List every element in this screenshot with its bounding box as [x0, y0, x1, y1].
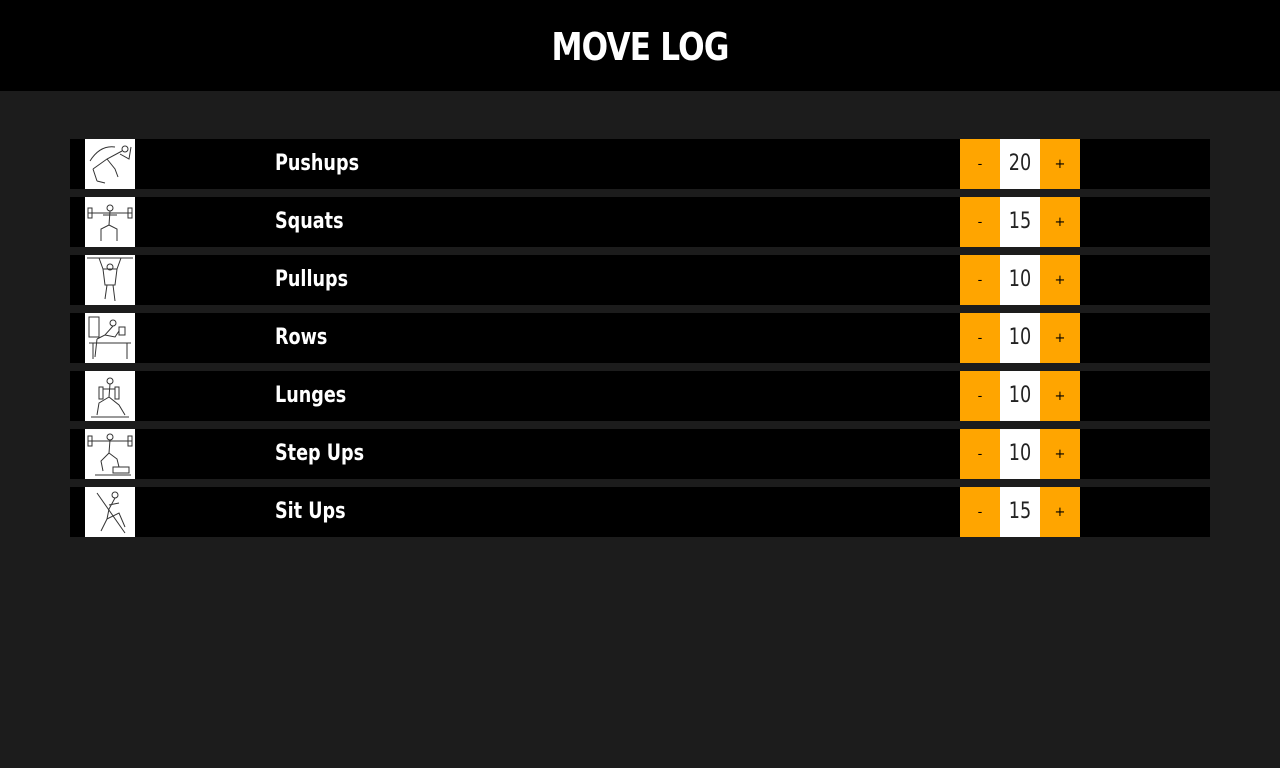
- exercise-name: Squats: [275, 209, 344, 234]
- lunges-icon: [85, 371, 135, 421]
- exercise-row-step-ups: Step Ups - 10 +: [70, 429, 1210, 479]
- increment-button[interactable]: +: [1040, 429, 1080, 479]
- exercise-row-pullups: Pullups - 10 +: [70, 255, 1210, 305]
- exercise-name: Rows: [275, 325, 328, 350]
- reps-stepper: - 15 +: [960, 487, 1080, 537]
- increment-button[interactable]: +: [1040, 313, 1080, 363]
- decrement-button[interactable]: -: [960, 487, 1000, 537]
- increment-button[interactable]: +: [1040, 139, 1080, 189]
- exercise-row-sit-ups: Sit Ups - 15 +: [70, 487, 1210, 537]
- reps-stepper: - 10 +: [960, 255, 1080, 305]
- increment-button[interactable]: +: [1040, 371, 1080, 421]
- reps-stepper: - 15 +: [960, 197, 1080, 247]
- reps-count: 10: [1000, 371, 1040, 421]
- exercise-name: Pushups: [275, 151, 360, 176]
- reps-count-value: 15: [1008, 209, 1032, 234]
- reps-count-value: 15: [1008, 499, 1032, 524]
- reps-count: 10: [1000, 313, 1040, 363]
- reps-count: 15: [1000, 197, 1040, 247]
- step-ups-icon: [85, 429, 135, 479]
- reps-count: 10: [1000, 255, 1040, 305]
- reps-count: 15: [1000, 487, 1040, 537]
- decrement-button[interactable]: -: [960, 429, 1000, 479]
- reps-count: 20: [1000, 139, 1040, 189]
- exercise-row-pushups: Pushups - 20 +: [70, 139, 1210, 189]
- increment-button[interactable]: +: [1040, 487, 1080, 537]
- exercise-row-lunges: Lunges - 10 +: [70, 371, 1210, 421]
- exercise-row-squats: Squats - 15 +: [70, 197, 1210, 247]
- reps-stepper: - 20 +: [960, 139, 1080, 189]
- page-title: MOVE LOG: [551, 24, 729, 69]
- reps-count-value: 10: [1008, 383, 1032, 408]
- sit-ups-icon: [85, 487, 135, 537]
- decrement-button[interactable]: -: [960, 313, 1000, 363]
- decrement-button[interactable]: -: [960, 139, 1000, 189]
- reps-count-value: 10: [1008, 267, 1032, 292]
- decrement-button[interactable]: -: [960, 197, 1000, 247]
- exercise-name: Sit Ups: [275, 499, 346, 524]
- app-header: MOVE LOG: [0, 0, 1280, 91]
- exercise-row-rows: Rows - 10 +: [70, 313, 1210, 363]
- exercise-list: Pushups - 20 + Squats - 15 + Pullups - 1…: [70, 139, 1210, 545]
- exercise-name: Lunges: [275, 383, 347, 408]
- reps-stepper: - 10 +: [960, 313, 1080, 363]
- squats-icon: [85, 197, 135, 247]
- reps-stepper: - 10 +: [960, 429, 1080, 479]
- reps-stepper: - 10 +: [960, 371, 1080, 421]
- exercise-name: Step Ups: [275, 441, 365, 466]
- reps-count: 10: [1000, 429, 1040, 479]
- reps-count-value: 20: [1008, 151, 1032, 176]
- increment-button[interactable]: +: [1040, 255, 1080, 305]
- decrement-button[interactable]: -: [960, 371, 1000, 421]
- rows-icon: [85, 313, 135, 363]
- reps-count-value: 10: [1008, 325, 1032, 350]
- exercise-name: Pullups: [275, 267, 349, 292]
- decrement-button[interactable]: -: [960, 255, 1000, 305]
- pullups-icon: [85, 255, 135, 305]
- increment-button[interactable]: +: [1040, 197, 1080, 247]
- pushups-icon: [85, 139, 135, 189]
- reps-count-value: 10: [1008, 441, 1032, 466]
